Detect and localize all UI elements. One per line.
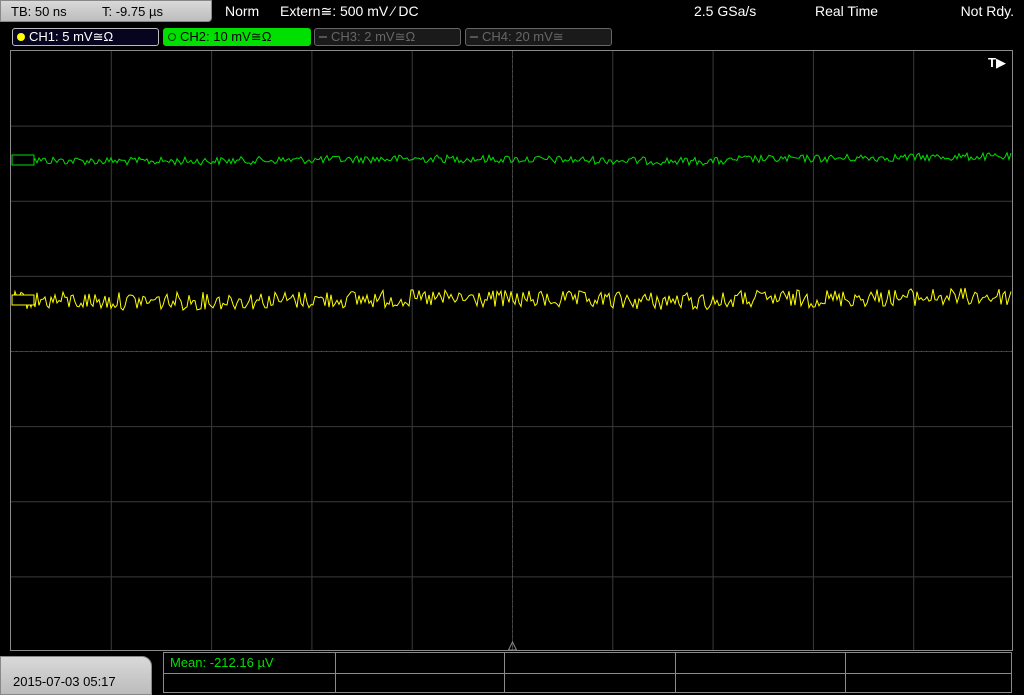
channel-2-button[interactable]: CH2: 10 mV≅Ω	[163, 28, 311, 46]
trigger-position-marker[interactable]: T▶	[988, 55, 1006, 71]
channel-3-label: CH3: 2 mV≅Ω	[331, 29, 416, 44]
measurement-cell[interactable]	[676, 653, 846, 673]
channel-4-label: CH4: 20 mV≅	[482, 29, 564, 44]
timebase-panel[interactable]: TB: 50 ns T: -9.75 µs	[0, 0, 212, 22]
trigger-source[interactable]: Extern≅: 500 mV ⁄ DC	[280, 3, 419, 20]
channel-2-marker-icon	[11, 154, 35, 166]
waveform-display[interactable]: T▶	[10, 50, 1013, 651]
measurement-cell[interactable]	[676, 673, 846, 693]
status-bar: TB: 50 ns T: -9.75 µs Norm Extern≅: 500 …	[0, 0, 1024, 24]
channel-3-off-icon	[319, 36, 327, 38]
trigger-time-value: T: -9.75 µs	[102, 4, 163, 19]
acquisition-mode[interactable]: Real Time	[815, 3, 878, 19]
trigger-mode[interactable]: Norm	[225, 3, 259, 19]
channel-4-button[interactable]: CH4: 20 mV≅	[465, 28, 612, 46]
measurement-cell[interactable]	[336, 673, 505, 693]
measurement-cell[interactable]	[846, 673, 1012, 693]
measurement-cell[interactable]	[505, 653, 676, 673]
waveform-canvas	[11, 51, 1012, 650]
channel-1-marker-icon	[11, 294, 35, 306]
channel-1-button[interactable]: CH1: 5 mV≅Ω	[12, 28, 159, 46]
measurement-cell[interactable]	[336, 653, 505, 673]
measurement-cell[interactable]	[164, 673, 336, 693]
datetime-value: 2015-07-03 05:17	[13, 674, 116, 689]
timebase-value: TB: 50 ns	[11, 4, 67, 19]
run-state: Not Rdy.	[960, 3, 1014, 19]
mean-measurement: Mean: -212.16 µV	[170, 655, 274, 670]
channel-2-indicator-icon	[168, 33, 176, 41]
measurement-cell[interactable]	[505, 673, 676, 693]
channel-1-label: CH1: 5 mV≅Ω	[29, 29, 114, 44]
measurement-cell[interactable]	[846, 653, 1012, 673]
sample-rate: 2.5 GSa/s	[694, 3, 757, 19]
measurement-cell[interactable]: Mean: -212.16 µV	[164, 653, 336, 673]
measurement-panel[interactable]: Mean: -212.16 µV	[163, 652, 1012, 693]
datetime-panel: 2015-07-03 05:17	[0, 656, 152, 695]
channel-1-indicator-icon	[17, 33, 25, 41]
channel-2-label: CH2: 10 mV≅Ω	[180, 29, 272, 44]
channel-4-off-icon	[470, 36, 478, 38]
channel-3-button[interactable]: CH3: 2 mV≅Ω	[314, 28, 461, 46]
